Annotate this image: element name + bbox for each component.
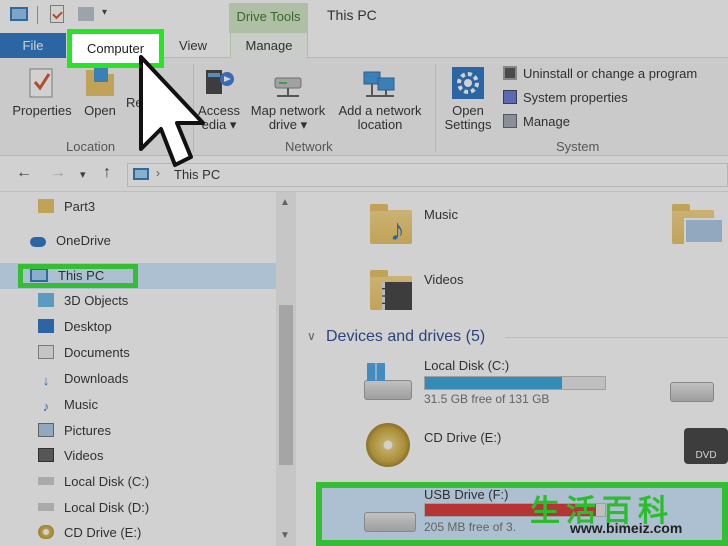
watermark-url: www.bimeiz.com	[570, 520, 683, 536]
nav-item-local-disk-d[interactable]: Local Disk (D:)	[38, 497, 149, 519]
divider	[435, 64, 436, 152]
drive-icon[interactable]	[670, 382, 714, 402]
open-label: Open	[84, 103, 116, 118]
properties-icon	[29, 68, 53, 98]
network-drive-icon	[274, 77, 302, 97]
map-network-drive-label: Map network drive ▾	[250, 103, 326, 132]
group-label-location: Location	[66, 139, 116, 154]
system-properties-button[interactable]: System properties	[503, 90, 628, 105]
nav-item-downloads[interactable]: ↓ Downloads	[38, 368, 129, 390]
nav-item-pictures[interactable]: Pictures	[38, 420, 111, 442]
scroll-down-icon[interactable]: ▼	[280, 530, 290, 541]
tab-file[interactable]: File	[0, 33, 66, 58]
forward-button[interactable]: →	[50, 164, 66, 182]
gear-icon	[452, 67, 484, 99]
cd-drive-icon[interactable]	[366, 423, 410, 467]
cloud-icon	[30, 237, 46, 247]
drive-icon	[38, 477, 54, 485]
folder-icon	[38, 199, 54, 213]
media-server-icon	[206, 70, 234, 94]
desktop-icon	[38, 319, 54, 333]
open-settings-button[interactable]: Open Settings	[440, 66, 496, 132]
uninstall-icon	[503, 66, 517, 80]
folder-music[interactable]: Music	[424, 207, 458, 222]
nav-item-local-disk-c[interactable]: Local Disk (C:)	[38, 471, 149, 493]
nav-item-part3[interactable]: Part3	[38, 196, 95, 218]
picture-icon	[38, 423, 54, 437]
add-network-location-label: Add a network location	[338, 103, 422, 132]
collapse-chevron-icon[interactable]: ∨	[307, 329, 316, 343]
cd-icon	[38, 525, 54, 539]
uninstall-program-button[interactable]: Uninstall or change a program	[503, 66, 697, 81]
drive-c-usage-fill	[425, 377, 562, 389]
music-folder-icon[interactable]: ♪	[370, 204, 412, 246]
document-icon	[38, 345, 54, 359]
scroll-up-icon[interactable]: ▲	[280, 197, 290, 208]
open-settings-label: Open Settings	[444, 103, 492, 132]
highlight-box	[18, 264, 138, 288]
nav-item-videos[interactable]: Videos	[38, 445, 104, 467]
tab-manage[interactable]: Manage	[230, 33, 308, 58]
folder-videos[interactable]: Videos	[424, 272, 464, 287]
cube-icon	[38, 293, 54, 307]
music-icon: ♪	[42, 399, 50, 414]
drive-tools-header: Drive Tools	[229, 3, 308, 33]
computer-icon[interactable]	[10, 7, 28, 21]
drive-e-label[interactable]: CD Drive (E:)	[424, 430, 501, 445]
open-button[interactable]: Open	[80, 66, 120, 118]
nav-item-documents[interactable]: Documents	[38, 342, 130, 364]
nav-item-desktop[interactable]: Desktop	[38, 316, 112, 338]
manage-icon	[503, 114, 517, 128]
add-network-location-button[interactable]: Add a network location	[333, 66, 427, 132]
nav-item-3d-objects[interactable]: 3D Objects	[38, 290, 128, 312]
group-label-system: System	[556, 139, 600, 154]
pictures-folder-icon[interactable]	[672, 204, 724, 244]
drive-c-usage-bar	[424, 376, 606, 390]
section-header-devices[interactable]: Devices and drives (5)	[326, 328, 485, 346]
mouse-cursor-icon	[139, 55, 205, 167]
back-button[interactable]: ←	[16, 164, 32, 182]
divider	[505, 337, 728, 338]
nav-item-cd-drive-e[interactable]: CD Drive (E:)	[38, 522, 141, 544]
video-icon	[38, 448, 54, 462]
group-label-network: Network	[285, 139, 333, 154]
new-folder-icon[interactable]	[78, 7, 94, 21]
manage-button[interactable]: Manage	[503, 114, 570, 129]
divider	[37, 6, 38, 24]
open-folder-icon	[86, 68, 114, 96]
nav-item-onedrive[interactable]: OneDrive	[30, 230, 111, 252]
recent-locations-button[interactable]: ▾	[80, 168, 86, 181]
map-network-drive-button[interactable]: Map network drive ▾	[246, 66, 330, 132]
chevron-down-icon[interactable]: ▾	[102, 6, 112, 20]
drive-c-label[interactable]: Local Disk (C:)	[424, 358, 509, 373]
drive-icon	[38, 503, 54, 511]
windows-drive-icon[interactable]	[364, 363, 412, 400]
videos-folder-icon[interactable]	[370, 270, 412, 310]
network-location-icon	[363, 71, 395, 97]
window-title: This PC	[327, 7, 377, 23]
system-properties-icon	[503, 90, 517, 104]
nav-item-music[interactable]: ♪ Music	[38, 394, 98, 416]
scrollbar-thumb[interactable]	[279, 305, 293, 465]
properties-label: Properties	[12, 103, 72, 118]
drive-c-free-space: 31.5 GB free of 131 GB	[424, 392, 550, 406]
up-button[interactable]: ↑	[103, 164, 111, 182]
download-icon: ↓	[42, 373, 50, 388]
properties-icon[interactable]	[50, 5, 64, 23]
dvd-drive-icon[interactable]: DVD	[684, 428, 728, 464]
properties-button[interactable]: Properties	[8, 66, 76, 118]
